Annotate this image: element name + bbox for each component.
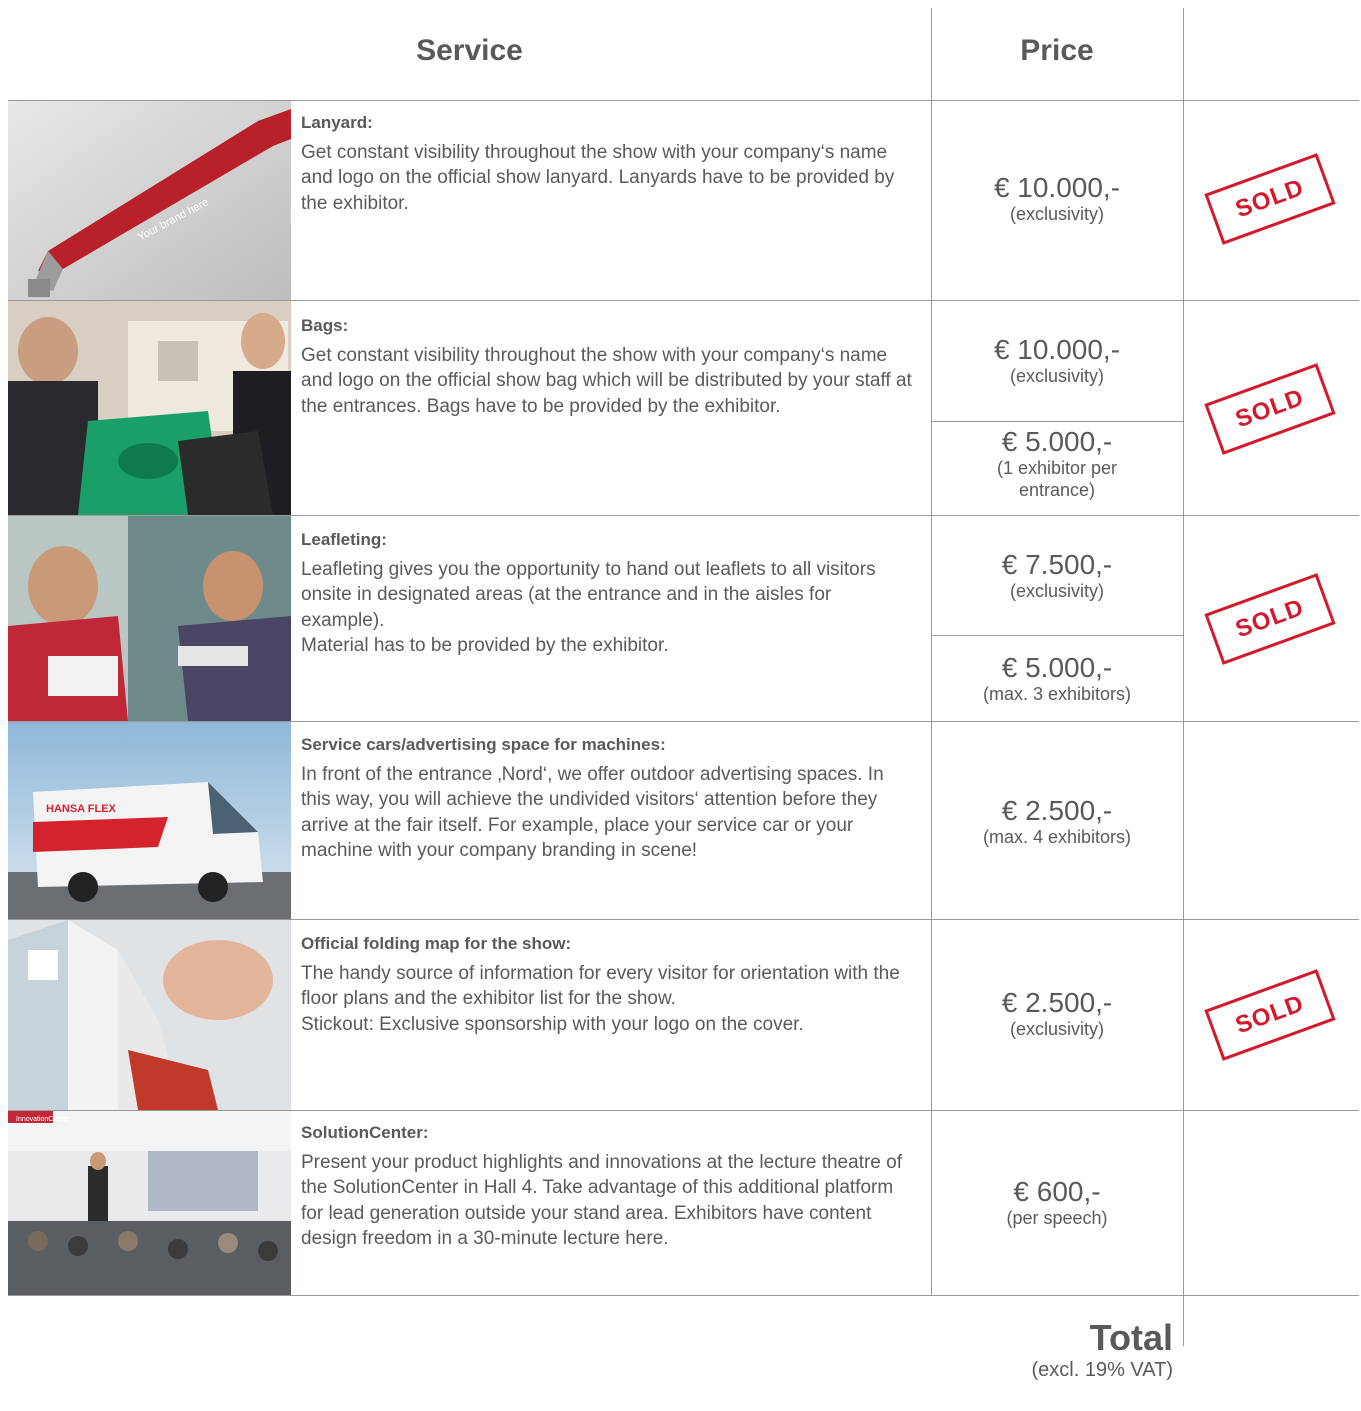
service-title: SolutionCenter: [301, 1123, 429, 1142]
price-cell: € 5.000,- (max. 3 exhibitors) [932, 653, 1182, 705]
price-note: (exclusivity) [1009, 581, 1104, 601]
price-amount: € 5.000,- [1001, 652, 1113, 683]
bags-image [8, 301, 291, 515]
service-paragraph: In front of the entrance ‚Nord‘, we offe… [301, 763, 884, 862]
service-description: Bags: Get constant visibility throughout… [301, 313, 921, 419]
price-split-divider [932, 635, 1183, 636]
price-note: (per speech) [1006, 1208, 1108, 1228]
price-cell: € 2.500,- (max. 4 exhibitors) [932, 796, 1182, 848]
price-cell: € 10.000,- (exclusivity) [932, 173, 1182, 225]
total-vat-note: (excl. 19% VAT) [1031, 1359, 1173, 1381]
price-cell: € 5.000,- (1 exhibitor per entrance) [995, 427, 1119, 501]
price-cell: € 7.500,- (exclusivity) [932, 550, 1182, 602]
price-cell: € 10.000,- (exclusivity) [932, 335, 1182, 387]
venue-sign-text: InnovationCenter [16, 1116, 70, 1123]
column-divider-status [1183, 8, 1184, 1346]
service-car-image: HANSA FLEX [8, 722, 291, 919]
service-paragraph: Material has to be provided by the exhib… [301, 635, 669, 656]
leafleting-image [8, 516, 291, 721]
service-paragraph: The handy source of information for ever… [301, 962, 900, 1010]
solution-center-image: InnovationCenter [8, 1111, 291, 1295]
price-amount: € 7.500,- [1001, 549, 1113, 580]
service-paragraph: Stickout: Exclusive sponsorship with you… [301, 1013, 804, 1035]
service-paragraph: Present your product highlights and inno… [301, 1151, 902, 1250]
total-label: Total [1089, 1317, 1173, 1358]
price-amount: € 2.500,- [1001, 795, 1113, 826]
price-note: (1 exhibitor per entrance) [996, 458, 1118, 500]
service-description: Service cars/advertising space for machi… [301, 732, 921, 864]
service-title: Lanyard: [301, 113, 373, 132]
service-title: Official folding map for the show: [301, 934, 572, 953]
price-cell: € 2.500,- (exclusivity) [932, 988, 1182, 1040]
price-note: (exclusivity) [1009, 1019, 1104, 1039]
price-note: (max. 4 exhibitors) [982, 827, 1132, 847]
price-amount: € 5.000,- [1001, 426, 1113, 457]
header-service: Service [416, 34, 523, 67]
price-split-divider [932, 421, 1183, 422]
service-description: Official folding map for the show: The h… [301, 931, 921, 1037]
price-cell: € 600,- (per speech) [932, 1177, 1182, 1229]
price-note: (max. 3 exhibitors) [982, 684, 1132, 704]
header-price: Price [1020, 34, 1094, 67]
lanyard-image: Your brand here [8, 101, 291, 300]
sold-stamp: SOLD [1204, 573, 1336, 665]
service-title: Leafleting: [301, 530, 387, 549]
price-note: (exclusivity) [1009, 366, 1104, 386]
price-amount: € 10.000,- [993, 172, 1121, 203]
service-title: Bags: [301, 316, 349, 335]
price-amount: € 2.500,- [1001, 987, 1113, 1018]
folding-map-image [8, 920, 291, 1110]
price-note: (exclusivity) [1009, 204, 1104, 224]
service-paragraph: Get constant visibility throughout the s… [301, 344, 912, 417]
row-divider [8, 1295, 1359, 1296]
service-description: SolutionCenter: Present your product hig… [301, 1120, 921, 1252]
price-amount: € 10.000,- [993, 334, 1121, 365]
service-paragraph: Get constant visibility throughout the s… [301, 141, 895, 214]
service-description: Leafleting: Leafleting gives you the opp… [301, 527, 921, 659]
total-block: Total (excl. 19% VAT) [1031, 1318, 1173, 1382]
service-description: Lanyard: Get constant visibility through… [301, 110, 921, 216]
service-title: Service cars/advertising space for machi… [301, 735, 666, 754]
sold-stamp: SOLD [1204, 153, 1336, 245]
price-amount: € 600,- [1013, 1176, 1101, 1207]
sold-stamp: SOLD [1204, 969, 1336, 1061]
van-brand-text: HANSA FLEX [46, 803, 117, 815]
sold-stamp: SOLD [1204, 363, 1336, 455]
service-paragraph: Leafleting gives you the opportunity to … [301, 558, 876, 631]
